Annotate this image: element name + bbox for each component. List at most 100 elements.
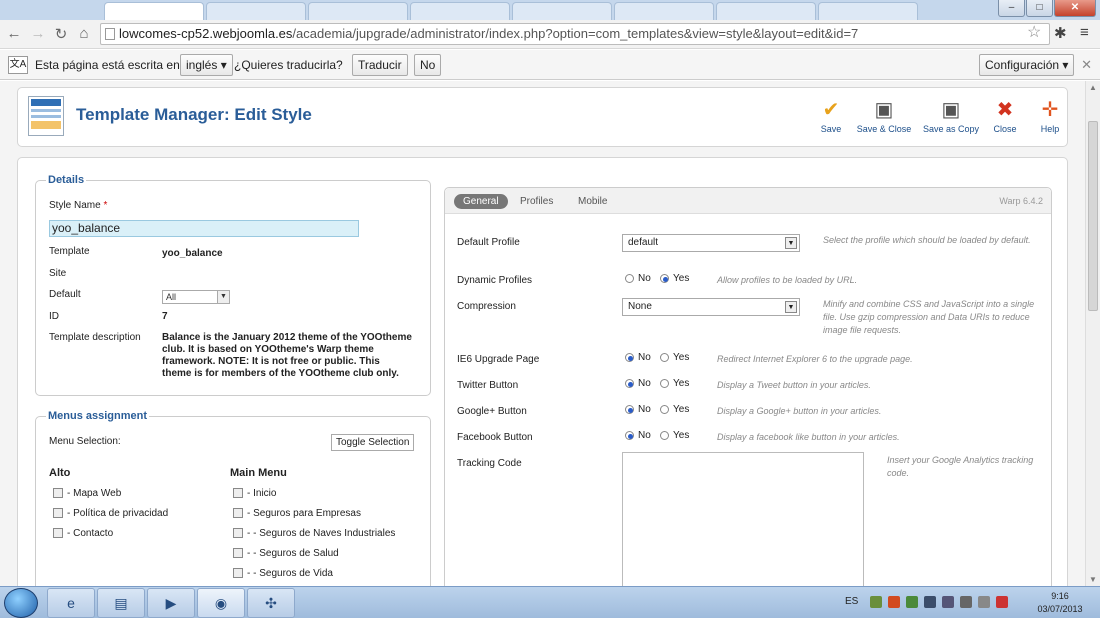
menu-item-label: - Contacto xyxy=(67,528,114,539)
twitter-yes-radio[interactable]: Yes xyxy=(660,378,689,389)
ie-taskbar-icon[interactable]: e xyxy=(47,588,95,618)
compression-label: Compression xyxy=(457,301,516,312)
menu-item-checkbox[interactable]: - Contacto xyxy=(53,528,113,539)
tracking-code-textarea[interactable] xyxy=(622,452,864,586)
taskbar: e ▤ ▶ ◉ ✣ ES 9:16 03/07/2013 xyxy=(0,586,1100,618)
tray-icon[interactable] xyxy=(888,596,900,608)
save-close-button[interactable]: ▣ Save & Close xyxy=(856,96,912,134)
browser-tab[interactable] xyxy=(410,2,510,20)
back-icon[interactable]: ← xyxy=(5,25,23,42)
settings-button[interactable]: Configuración ▾ xyxy=(979,54,1075,76)
window-close-icon[interactable]: ✕ xyxy=(1054,0,1096,17)
menu-selection-label: Menu Selection: xyxy=(49,436,121,447)
compression-select[interactable]: None ▼ xyxy=(622,298,800,316)
default-profile-label: Default Profile xyxy=(457,237,520,248)
reload-icon[interactable]: ↻ xyxy=(52,25,70,43)
facebook-yes-radio[interactable]: Yes xyxy=(660,430,689,441)
media-player-taskbar-icon[interactable]: ▶ xyxy=(147,588,195,618)
extension-icon[interactable]: ✱ xyxy=(1054,24,1067,42)
tab-profiles[interactable]: Profiles xyxy=(511,194,562,209)
googleplus-hint: Display a Google+ button in your article… xyxy=(717,406,882,416)
save-copy-button[interactable]: ▣ Save as Copy xyxy=(921,96,981,134)
tab-mobile[interactable]: Mobile xyxy=(569,194,616,209)
minimize-icon[interactable]: – xyxy=(998,0,1025,17)
menu-item-label: - Seguros para Empresas xyxy=(247,508,361,519)
home-icon[interactable]: ⌂ xyxy=(75,25,93,42)
volume-icon[interactable] xyxy=(942,596,954,608)
default-select[interactable]: All ▼ xyxy=(162,290,230,304)
toggle-selection-button[interactable]: Toggle Selection xyxy=(331,434,415,451)
facebook-hint: Display a facebook like button in your a… xyxy=(717,432,900,442)
browser-tab[interactable] xyxy=(308,2,408,20)
network-taskbar-icon[interactable]: ✣ xyxy=(247,588,295,618)
facebook-label: Facebook Button xyxy=(457,432,533,443)
menu-item-checkbox[interactable]: - Inicio xyxy=(233,488,276,499)
ie6-no-radio[interactable]: No xyxy=(625,352,651,363)
radio-label: No xyxy=(638,352,651,363)
maximize-icon[interactable]: □ xyxy=(1026,0,1053,17)
tray-icon[interactable] xyxy=(996,596,1008,608)
menu-item-checkbox[interactable]: - Política de privacidad xyxy=(53,508,168,519)
menu-item-checkbox[interactable]: - - Seguros de Naves Industriales xyxy=(233,528,395,539)
googleplus-yes-radio[interactable]: Yes xyxy=(660,404,689,415)
browser-tab[interactable] xyxy=(818,2,918,20)
language-indicator[interactable]: ES xyxy=(845,596,858,607)
save-button[interactable]: ✔ Save xyxy=(818,96,844,134)
scrollbar-thumb[interactable] xyxy=(1088,121,1098,311)
twitter-no-radio[interactable]: No xyxy=(625,378,651,389)
params-panel: General Profiles Mobile Warp 6.4.2 Defau… xyxy=(444,187,1052,586)
browser-tab[interactable] xyxy=(512,2,612,20)
tray-icon[interactable] xyxy=(906,596,918,608)
tab-general[interactable]: General xyxy=(454,194,508,209)
menu-item-checkbox[interactable]: - Mapa Web xyxy=(53,488,121,499)
translate-button[interactable]: Traducir xyxy=(352,54,408,76)
chrome-taskbar-icon[interactable]: ◉ xyxy=(197,588,245,618)
menu-item-checkbox[interactable]: - - Seguros de Salud xyxy=(233,548,339,559)
browser-tab[interactable] xyxy=(206,2,306,20)
network-icon[interactable] xyxy=(978,596,990,608)
tray-icon[interactable] xyxy=(960,596,972,608)
close-button[interactable]: ✖ Close xyxy=(991,96,1019,134)
tray-icon[interactable] xyxy=(924,596,936,608)
twitter-label: Twitter Button xyxy=(457,380,519,391)
start-button[interactable] xyxy=(4,588,38,618)
forward-icon[interactable]: → xyxy=(29,25,47,42)
translate-close-icon[interactable]: ✕ xyxy=(1081,57,1092,73)
help-button[interactable]: ✛ Help xyxy=(1037,96,1063,134)
style-name-label: Style Name * xyxy=(49,200,107,211)
menu-item-label: - Inicio xyxy=(247,488,277,499)
url-path: /academia/jupgrade/administrator/index.p… xyxy=(292,26,859,41)
browser-tab[interactable] xyxy=(104,2,204,20)
explorer-taskbar-icon[interactable]: ▤ xyxy=(97,588,145,618)
save-label: Save xyxy=(820,124,842,134)
page-header: Template Manager: Edit Style ✔ Save ▣ Sa… xyxy=(17,87,1068,147)
radio-label: Yes xyxy=(673,352,690,363)
default-profile-value: default xyxy=(628,237,659,248)
default-profile-select[interactable]: default ▼ xyxy=(622,234,800,252)
menu-item-checkbox[interactable]: - - Seguros de Vida xyxy=(233,568,333,579)
url-input[interactable]: lowcomes-cp52.webjoomla.es/academia/jupg… xyxy=(100,23,1050,45)
browser-tab[interactable] xyxy=(716,2,816,20)
page-scrollbar[interactable]: ▲ ▼ xyxy=(1085,81,1100,586)
style-name-input[interactable]: yoo_balance xyxy=(49,220,359,237)
ie6-yes-radio[interactable]: Yes xyxy=(660,352,689,363)
menu-icon[interactable]: ≡ xyxy=(1080,24,1089,41)
chevron-down-icon: ▼ xyxy=(785,301,797,313)
scroll-up-icon[interactable]: ▲ xyxy=(1089,83,1097,92)
close-circle-icon: ✖ xyxy=(996,99,1014,121)
googleplus-no-radio[interactable]: No xyxy=(625,404,651,415)
menu-item-checkbox[interactable]: - Seguros para Empresas xyxy=(233,508,361,519)
dynamic-profiles-yes-radio[interactable]: Yes xyxy=(660,273,689,284)
language-select[interactable]: inglés ▾ xyxy=(180,54,233,76)
tray-icon[interactable] xyxy=(870,596,882,608)
dynamic-profiles-no-radio[interactable]: No xyxy=(625,273,651,284)
scroll-down-icon[interactable]: ▼ xyxy=(1089,575,1097,584)
close-label: Close xyxy=(993,124,1017,134)
bookmark-star-icon[interactable]: ☆ xyxy=(1027,22,1041,42)
url-host: lowcomes-cp52.webjoomla.es xyxy=(119,26,293,41)
translate-question: ¿Quieres traducirla? xyxy=(234,58,343,72)
facebook-no-radio[interactable]: No xyxy=(625,430,651,441)
clock[interactable]: 9:16 03/07/2013 xyxy=(1030,590,1090,616)
no-translate-button[interactable]: No xyxy=(414,54,442,76)
browser-tab[interactable] xyxy=(614,2,714,20)
